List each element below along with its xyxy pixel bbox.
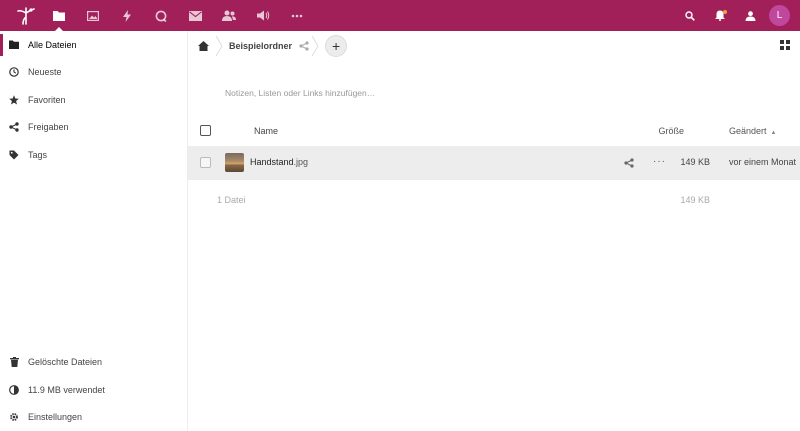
summary-total-size: 149 KB: [680, 195, 710, 205]
file-list-header: Name Größe Geändert ▲: [188, 119, 800, 143]
row-select-checkbox[interactable]: [200, 157, 211, 168]
search-icon[interactable]: [675, 0, 705, 31]
sidebar-item-label: Neueste: [28, 67, 62, 78]
table-row[interactable]: Handstand.jpg ··· 149 KB vor einem Monat: [188, 146, 800, 180]
user-avatar[interactable]: L: [769, 5, 790, 26]
sidebar-item-all-files[interactable]: Alle Dateien: [0, 31, 187, 59]
talk-app-icon[interactable]: [144, 0, 178, 31]
file-name[interactable]: Handstand.jpg: [250, 157, 308, 167]
gear-icon: [9, 412, 19, 422]
image-thumbnail[interactable]: [225, 153, 244, 172]
files-app-icon[interactable]: [42, 0, 76, 31]
breadcrumb-separator-icon: [311, 35, 319, 56]
add-new-button[interactable]: +: [325, 34, 348, 57]
notification-dot: [723, 10, 727, 14]
trash-icon: [9, 357, 19, 368]
announcements-app-icon[interactable]: [246, 0, 280, 31]
tag-icon: [9, 150, 19, 160]
activity-app-icon[interactable]: [110, 0, 144, 31]
files-main-content: Beispielordner + Notizen, Listen oder Li…: [188, 31, 800, 431]
sidebar-item-deleted-files[interactable]: Gelöschte Dateien: [0, 349, 187, 377]
sidebar-item-quota[interactable]: 11.9 MB verwendet: [0, 376, 187, 404]
more-apps-icon[interactable]: [280, 0, 314, 31]
sidebar-item-shares[interactable]: Freigaben: [0, 114, 187, 142]
sidebar-item-label: Tags: [28, 149, 48, 160]
share-icon[interactable]: [624, 158, 634, 168]
share-icon[interactable]: [299, 40, 309, 51]
contacts-menu-icon[interactable]: [735, 0, 765, 31]
sidebar-item-label: Alle Dateien: [28, 39, 77, 50]
sort-ascending-icon: ▲: [770, 130, 777, 136]
quota-icon: [9, 384, 19, 395]
grid-view-toggle-icon[interactable]: [780, 40, 790, 50]
sidebar-item-label: Einstellungen: [28, 412, 83, 423]
summary-file-count: 1 Datei: [217, 195, 246, 205]
photos-app-icon[interactable]: [76, 0, 110, 31]
column-size-header[interactable]: Größe: [658, 126, 684, 136]
column-name-header[interactable]: Name: [254, 126, 278, 136]
contacts-app-icon[interactable]: [212, 0, 246, 31]
column-modified-header[interactable]: Geändert ▲: [729, 126, 776, 136]
sidebar-item-label: 11.9 MB verwendet: [28, 384, 105, 395]
sidebar-item-label: Favoriten: [28, 94, 66, 105]
file-list-summary: 1 Datei 149 KB: [188, 195, 800, 209]
sidebar-item-settings[interactable]: Einstellungen: [0, 404, 187, 431]
sidebar-item-label: Freigaben: [28, 122, 69, 133]
sidebar-item-favorites[interactable]: Favoriten: [0, 86, 187, 114]
file-modified: vor einem Monat: [729, 157, 797, 167]
navigation-sidebar: Alle Dateien Neueste Favoriten Freigaben…: [0, 31, 188, 431]
home-icon[interactable]: [197, 40, 209, 52]
clock-icon: [9, 67, 19, 78]
share-icon: [9, 122, 19, 132]
notes-placeholder[interactable]: Notizen, Listen oder Links hinzufügen…: [225, 88, 375, 98]
top-header: L: [0, 0, 800, 31]
notifications-bell-icon[interactable]: [705, 0, 735, 31]
sidebar-item-tags[interactable]: Tags: [0, 141, 187, 169]
sidebar-item-label: Gelöschte Dateien: [28, 357, 103, 368]
more-actions-icon[interactable]: ···: [653, 157, 666, 167]
sidebar-item-recent[interactable]: Neueste: [0, 59, 187, 87]
breadcrumb: Beispielordner +: [188, 31, 800, 60]
star-icon: [9, 95, 19, 105]
mail-app-icon[interactable]: [178, 0, 212, 31]
file-size: 149 KB: [680, 157, 710, 167]
folder-icon: [9, 40, 19, 50]
select-all-checkbox[interactable]: [200, 125, 211, 136]
nextcloud-logo-icon[interactable]: [10, 0, 42, 31]
breadcrumb-separator-icon: [215, 35, 223, 56]
breadcrumb-folder-name[interactable]: Beispielordner: [229, 41, 292, 51]
